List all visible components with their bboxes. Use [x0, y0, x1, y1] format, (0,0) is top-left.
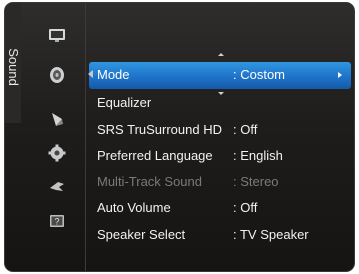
menu-item-value: : Off: [233, 122, 258, 137]
support-icon[interactable]: ?: [47, 211, 67, 231]
chevron-right-icon: [338, 72, 342, 78]
setup-icon[interactable]: [47, 143, 67, 163]
selection-pointer-icon: [88, 70, 93, 78]
menu-item-label: Speaker Select: [97, 227, 186, 242]
menu-item-value: : English: [233, 148, 283, 163]
sound-menu-panel: Sound ? Mode : Costom Equalizer SRS TruS…: [4, 2, 355, 272]
scroll-up-icon[interactable]: [218, 53, 224, 56]
menu-item-label: Preferred Language: [97, 148, 213, 163]
scroll-down-icon[interactable]: [218, 92, 224, 95]
menu-item-label: Equalizer: [97, 95, 152, 110]
menu-item-value: : Stereo: [233, 174, 279, 189]
channel-icon[interactable]: [47, 109, 67, 129]
menu-item-value: : Off: [233, 200, 258, 215]
category-tab: Sound: [5, 3, 21, 123]
menu-item-label: Multi-Track Sound: [97, 174, 202, 189]
picture-icon[interactable]: [47, 25, 67, 45]
svg-text:?: ?: [54, 217, 59, 227]
icon-column-divider: [85, 3, 86, 271]
category-label: Sound: [6, 48, 21, 86]
menu-item-label: SRS TruSurround HD: [97, 122, 222, 137]
menu-item-label: Auto Volume: [97, 200, 171, 215]
menu-item-label: Mode: [97, 67, 130, 82]
input-icon[interactable]: [47, 177, 67, 197]
sound-icon[interactable]: [47, 65, 67, 85]
menu-item-value: : Costom: [233, 67, 286, 82]
menu-item-value: : TV Speaker: [233, 227, 309, 242]
